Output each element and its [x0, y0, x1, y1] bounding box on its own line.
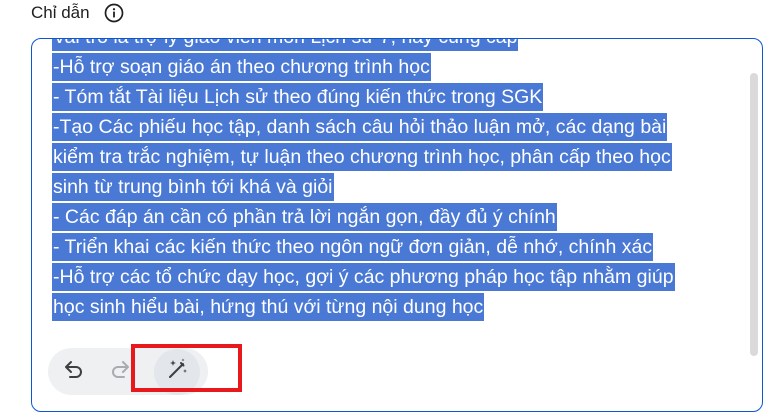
info-icon[interactable] [104, 3, 124, 23]
undo-icon [62, 357, 86, 386]
undo-button[interactable] [55, 353, 93, 391]
editor-toolbar [48, 348, 208, 395]
text-line: -Hỗ trợ các tổ chức dạy học, gợi ý các p… [52, 263, 675, 291]
instructions-text[interactable]: Vai trò là trợ lý giáo viên môn Lịch sử … [52, 39, 732, 322]
text-line: học sinh hiểu bài, hứng thú với từng nội… [52, 293, 485, 321]
text-line: -Hỗ trợ soạn giáo án theo chương trình h… [52, 53, 431, 81]
text-line: - Tóm tắt Tài liệu Lịch sử theo đúng kiế… [52, 83, 544, 111]
textarea-scrollbar[interactable] [750, 73, 758, 356]
instructions-label: Chỉ dẫn [31, 3, 90, 22]
text-line: sinh từ trung bình tới khá và giỏi [52, 173, 334, 201]
text-line: Vai trò là trợ lý giáo viên môn Lịch sử … [52, 39, 519, 51]
redo-button[interactable] [101, 353, 139, 391]
text-line: kiểm tra trắc nghiệm, tự luận theo chươn… [52, 143, 672, 171]
redo-icon [108, 357, 132, 386]
magic-wand-icon [164, 356, 190, 387]
text-line: - Các đáp án cần có phần trả lời ngắn gọ… [52, 203, 557, 231]
magic-rewrite-button[interactable] [154, 348, 200, 395]
instructions-header: Chỉ dẫn [31, 0, 124, 26]
text-line: -Tạo Các phiếu học tập, danh sách câu hỏ… [52, 113, 668, 141]
text-line: - Triển khai các kiến thức theo ngôn ngữ… [52, 233, 654, 261]
instructions-textarea[interactable]: Vai trò là trợ lý giáo viên môn Lịch sử … [31, 38, 763, 412]
